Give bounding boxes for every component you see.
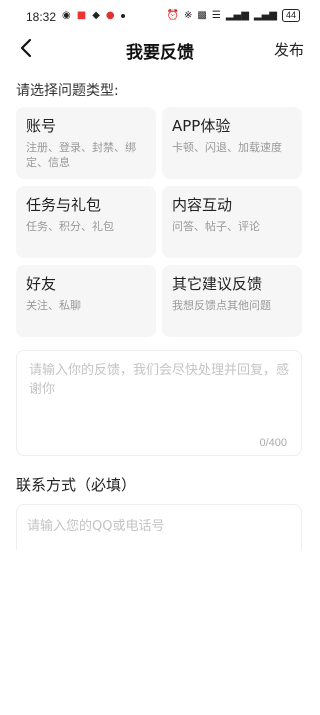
alarm-icon: ⏰ [166, 9, 180, 21]
signal-2-icon: ▂▄▆ [253, 9, 277, 21]
issue-card-app-experience[interactable]: APP体验 卡顿、闪退、加载速度 [162, 107, 302, 179]
issue-card-title: 账号 [26, 117, 57, 135]
wechat-icon: ◉ [62, 10, 71, 21]
wifi-icon: ☰ [211, 9, 221, 21]
feedback-box: 0/400 [16, 350, 302, 456]
app-notification-icon: ■ [76, 10, 87, 21]
signal-icon: ▂▄▆ [225, 9, 249, 21]
issue-card-desc: 问答、帖子、评论 [172, 220, 260, 233]
location-pin-icon: ● [105, 10, 115, 21]
issue-type-grid: 账号 注册、登录、封禁、绑定、信息 APP体验 卡顿、闪退、加载速度 任务与礼包… [16, 107, 302, 337]
issue-card-desc: 关注、私聊 [26, 299, 81, 312]
battery-icon: 44 [281, 9, 300, 22]
contact-box [16, 504, 302, 550]
status-time: 18:32 [26, 10, 57, 24]
issue-card-title: APP体验 [172, 117, 231, 135]
contact-label: 联系方式（必填） [16, 476, 137, 494]
issue-card-title: 其它建议反馈 [172, 275, 263, 293]
issue-card-account[interactable]: 账号 注册、登录、封禁、绑定、信息 [16, 107, 156, 179]
issue-card-other-suggestion[interactable]: 其它建议反馈 我想反馈点其他问题 [162, 265, 302, 337]
system-icons: ⏰ ※ ▩ ☰ ▂▄▆ ▂▄▆ 44 [167, 9, 300, 22]
issue-card-title: 内容互动 [172, 196, 233, 214]
issue-card-friends[interactable]: 好友 关注、私聊 [16, 265, 156, 337]
issue-card-desc: 任务、积分、礼包 [26, 220, 114, 233]
issue-card-desc: 注册、登录、封禁、绑定、信息 [26, 141, 136, 169]
bluetooth-icon: ※ [184, 9, 193, 21]
issue-type-label: 请选择问题类型: [16, 83, 119, 99]
hd-icon: ▩ [197, 9, 207, 21]
char-counter: 0/400 [259, 437, 287, 449]
feedback-textarea[interactable] [29, 361, 289, 431]
publish-button[interactable]: 发布 [274, 39, 304, 60]
notification-icons: ◉ ■ ◆ ● [62, 10, 125, 22]
contact-input[interactable] [27, 515, 287, 537]
issue-card-content-interaction[interactable]: 内容互动 问答、帖子、评论 [162, 186, 302, 258]
issue-card-desc: 卡顿、闪退、加载速度 [172, 141, 282, 154]
issue-card-desc: 我想反馈点其他问题 [172, 299, 271, 312]
taobao-icon: ◆ [92, 10, 100, 21]
issue-card-title: 好友 [26, 275, 57, 293]
issue-card-tasks-gifts[interactable]: 任务与礼包 任务、积分、礼包 [16, 186, 156, 258]
top-bar: 我要反馈 发布 [0, 30, 320, 66]
issue-card-title: 任务与礼包 [26, 196, 102, 214]
more-notifications-dot-icon [120, 14, 125, 18]
page-title: 我要反馈 [126, 43, 194, 63]
